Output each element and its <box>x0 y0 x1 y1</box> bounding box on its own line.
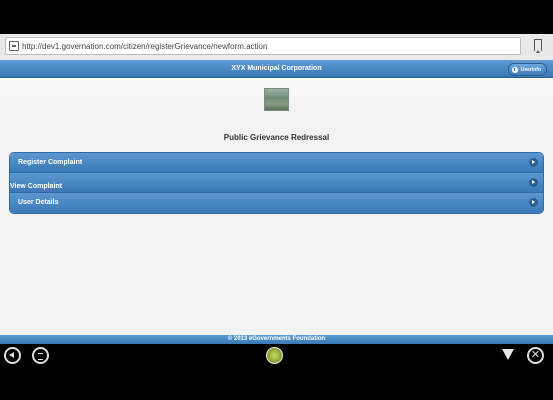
back-icon[interactable] <box>4 347 21 364</box>
menu-item-label: View Complaint <box>10 183 62 190</box>
user-info-button[interactable]: UserInfo <box>507 63 547 76</box>
user-info-label: UserInfo <box>520 66 541 73</box>
menu-item-user-details[interactable]: User Details <box>10 193 543 213</box>
footer: © 2013 eGovernments Foundation <box>0 335 553 344</box>
system-navigation-bar: ✕ <box>0 344 553 400</box>
bookmark-icon[interactable] <box>534 39 542 53</box>
browser-address-bar: http://dev1.governation.com/citizen/regi… <box>0 34 553 61</box>
header-title: XYX Municipal Corporation <box>231 65 322 72</box>
chevron-right-icon <box>529 198 538 207</box>
screen: http://dev1.governation.com/citizen/regi… <box>0 0 553 400</box>
apps-icon[interactable] <box>500 348 516 362</box>
top-black-band <box>0 0 553 34</box>
chevron-right-icon <box>529 178 538 187</box>
info-icon <box>511 66 518 73</box>
menu-item-label: User Details <box>18 199 59 206</box>
page-icon <box>9 41 19 51</box>
content-area: Public Grievance Redressal Register Comp… <box>0 78 553 335</box>
url-text: http://dev1.governation.com/citizen/regi… <box>22 41 268 51</box>
logo <box>264 88 289 111</box>
footer-text: © 2013 eGovernments Foundation <box>227 336 326 342</box>
menu-item-label: Register Complaint <box>18 159 83 166</box>
menu-icon[interactable] <box>32 347 49 364</box>
menu-item-view-complaint[interactable]: View Complaint <box>10 173 543 193</box>
url-field[interactable]: http://dev1.governation.com/citizen/regi… <box>5 37 521 55</box>
home-icon[interactable] <box>266 347 283 364</box>
app-header: XYX Municipal Corporation UserInfo <box>0 60 553 78</box>
close-icon[interactable]: ✕ <box>527 347 544 364</box>
main-menu: Register Complaint View Complaint User D… <box>9 152 544 214</box>
menu-item-register-complaint[interactable]: Register Complaint <box>10 153 543 173</box>
page-title: Public Grievance Redressal <box>223 133 330 142</box>
chevron-right-icon <box>529 158 538 167</box>
